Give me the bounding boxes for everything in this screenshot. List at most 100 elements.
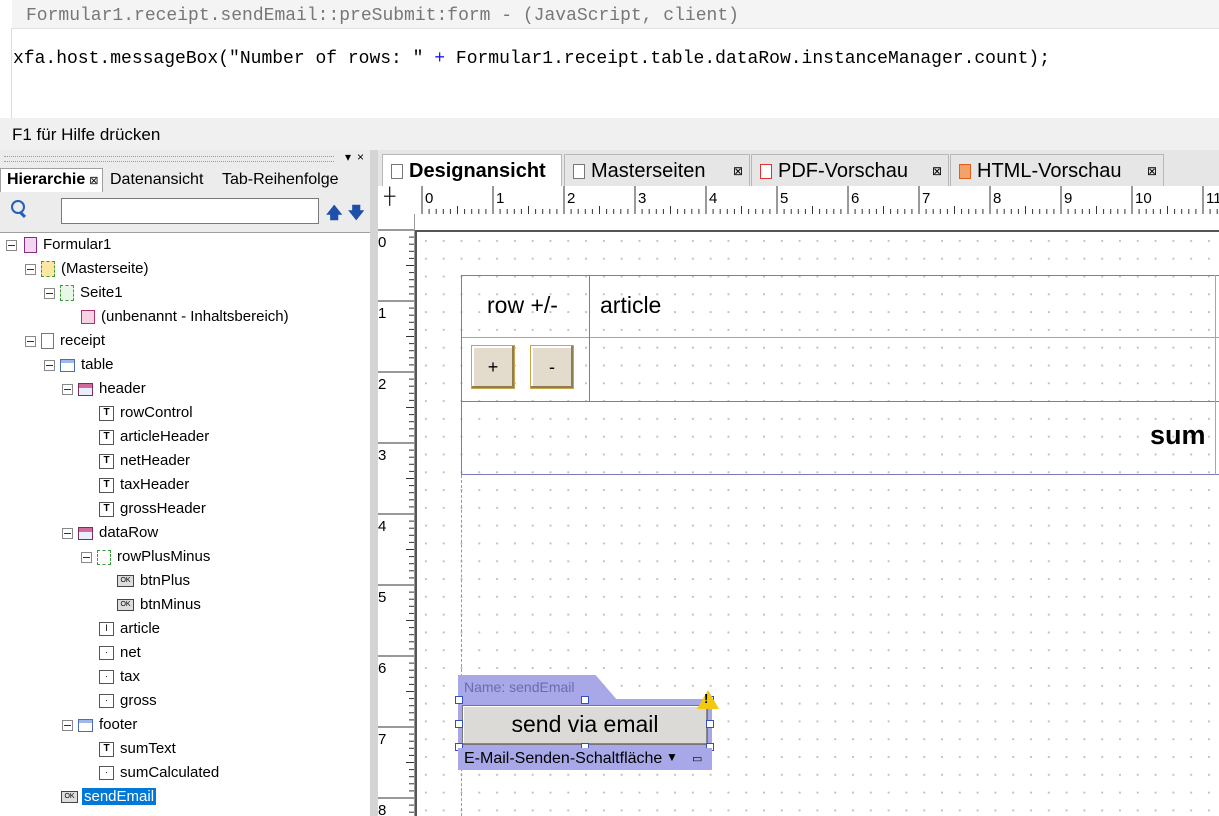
tree-item-content-area[interactable]: (unbenannt - Inhaltsbereich) [81,305,291,329]
script-event-label: Formular1.receipt.sendEmail::preSubmit:f… [26,6,739,26]
tree-item-article[interactable]: Iarticle [99,617,162,641]
ruler-label: 5 [780,190,788,207]
tab-html-vorschau[interactable]: HTML-Vorschau ⊠ [950,154,1164,186]
tab-hierarchy[interactable]: Hierarchie ⊠ [0,168,104,193]
script-code-line[interactable]: xfa.host.messageBox("Number of rows: " +… [13,49,1050,69]
ruler-label: 2 [378,376,386,393]
collapse-icon[interactable] [62,528,73,539]
resize-handle[interactable] [581,696,589,704]
collapse-icon[interactable] [81,552,92,563]
collapse-icon[interactable] [25,264,36,275]
article-header: article [600,292,662,318]
tree-item-sendemail[interactable]: OK sendEmail [61,785,157,809]
hierarchy-panel: ▾ × Hierarchie ⊠ Datenansicht Tab-Reihenf… [0,150,370,816]
tree-item-articleheader[interactable]: TarticleHeader [99,425,211,449]
button-icon: OK [117,599,134,612]
tree-item-btnplus[interactable]: OK btnPlus [117,569,192,593]
object-menu-icon[interactable]: ▭ [692,752,702,765]
ruler-label: 11 [1206,190,1219,207]
text-icon: T [99,453,114,469]
btn-plus[interactable]: + [471,345,515,389]
script-editor[interactable]: Formular1.receipt.sendEmail::preSubmit:f… [0,0,1219,118]
document-tabs: Designansicht Masterseiten ⊠ PDF-Vorschau… [378,150,1219,186]
text-icon: T [99,429,114,445]
tree-item-net[interactable]: · net [99,641,143,665]
search-input[interactable] [61,198,319,224]
tree-item-seite1[interactable]: Seite1 [44,281,125,305]
warning-mark: ! [704,691,709,706]
resize-handle[interactable] [706,720,714,728]
send-email-button[interactable]: send via email [462,705,708,745]
pagearea-icon [60,285,74,302]
tab-data-view[interactable]: Datenansicht [110,169,203,191]
tree-item-rowcontrol[interactable]: TrowControl [99,401,195,425]
resize-handle[interactable] [455,696,463,704]
btn-minus[interactable]: - [530,345,574,389]
tab-close-icon[interactable]: ⊠ [89,175,98,187]
tree-item-formular1[interactable]: Formular1 [6,233,113,257]
numeric-icon: · [99,694,114,709]
selection-frame: send via email [455,696,714,751]
tree-item-gross[interactable]: · gross [99,689,159,713]
tab-close-icon[interactable]: ⊠ [1147,155,1157,187]
table-border [461,474,1219,475]
tree-item-taxheader[interactable]: TtaxHeader [99,473,191,497]
tree-item-btnminus[interactable]: OK btnMinus [117,593,203,617]
tab-hierarchy-label: Hierarchie [7,171,86,188]
ruler-label: 0 [425,190,433,207]
ruler-label: 4 [709,190,717,207]
tree-item-table[interactable]: table [44,353,116,377]
tab-masterseiten[interactable]: Masterseiten ⊠ [564,154,750,186]
panel-close-icon[interactable]: × [357,150,364,164]
panel-grip[interactable] [4,156,334,162]
collapse-icon[interactable] [44,360,55,371]
design-table[interactable]: row +/- article + - sum [461,275,1219,475]
collapse-icon[interactable] [44,288,55,299]
masterpage-icon [41,261,55,278]
row-icon [78,526,93,540]
arrow-up-icon[interactable]: 🡅 [326,202,342,229]
tree-item-grossheader[interactable]: TgrossHeader [99,497,208,521]
script-event-header: Formular1.receipt.sendEmail::preSubmit:f… [12,0,1219,29]
tree-item-header[interactable]: header [62,377,148,401]
resize-handle[interactable] [455,720,463,728]
table-border [461,275,1219,276]
ruler-label: 3 [378,447,386,464]
tree-item-tax[interactable]: · tax [99,665,142,689]
ruler-ticks: 0 1 2 3 4 5 6 7 8 9 10 11 [421,186,1219,214]
panel-splitter[interactable] [370,150,378,816]
html5-icon [959,164,971,180]
text-icon: T [99,477,114,493]
ruler-label: 6 [378,660,386,677]
contentarea-icon [81,310,95,325]
arrow-down-icon[interactable]: 🡇 [348,202,364,229]
tab-close-icon[interactable]: ⊠ [733,155,743,187]
tree-item-sumtext[interactable]: TsumText [99,737,178,761]
form-icon [24,237,37,254]
collapse-icon[interactable] [62,384,73,395]
row-icon [78,718,93,732]
tab-tab-order[interactable]: Tab-Reihenfolge [222,169,339,191]
dropdown-arrow-icon[interactable]: ▼ [666,750,678,764]
ruler-label: 1 [496,190,504,207]
panel-menu-icon[interactable]: ▾ [345,150,351,164]
tree-item-sumcalculated[interactable]: · sumCalculated [99,761,221,785]
tab-designansicht[interactable]: Designansicht [382,154,562,186]
script-gutter [0,28,12,118]
tree-item-datarow[interactable]: dataRow [62,521,160,545]
table-border [1215,275,1216,475]
collapse-icon[interactable] [62,720,73,731]
tree-item-masterseite[interactable]: (Masterseite) [25,257,151,281]
collapse-icon[interactable] [25,336,36,347]
tab-close-icon[interactable]: ⊠ [932,155,942,187]
tree-item-receipt[interactable]: receipt [25,329,107,353]
object-type-bar[interactable]: E-Mail-Senden-Schaltfläche ▼ ▭ [458,748,712,770]
collapse-icon[interactable] [6,240,17,251]
tree-item-rowplusminus[interactable]: rowPlusMinus [81,545,212,569]
tab-pdf-vorschau[interactable]: PDF-Vorschau ⊠ [751,154,949,186]
tree-item-netheader[interactable]: TnetHeader [99,449,192,473]
text-icon: T [99,405,114,421]
tree-item-footer[interactable]: footer [62,713,139,737]
subform-icon [41,333,54,350]
ruler-label: 0 [378,234,386,251]
